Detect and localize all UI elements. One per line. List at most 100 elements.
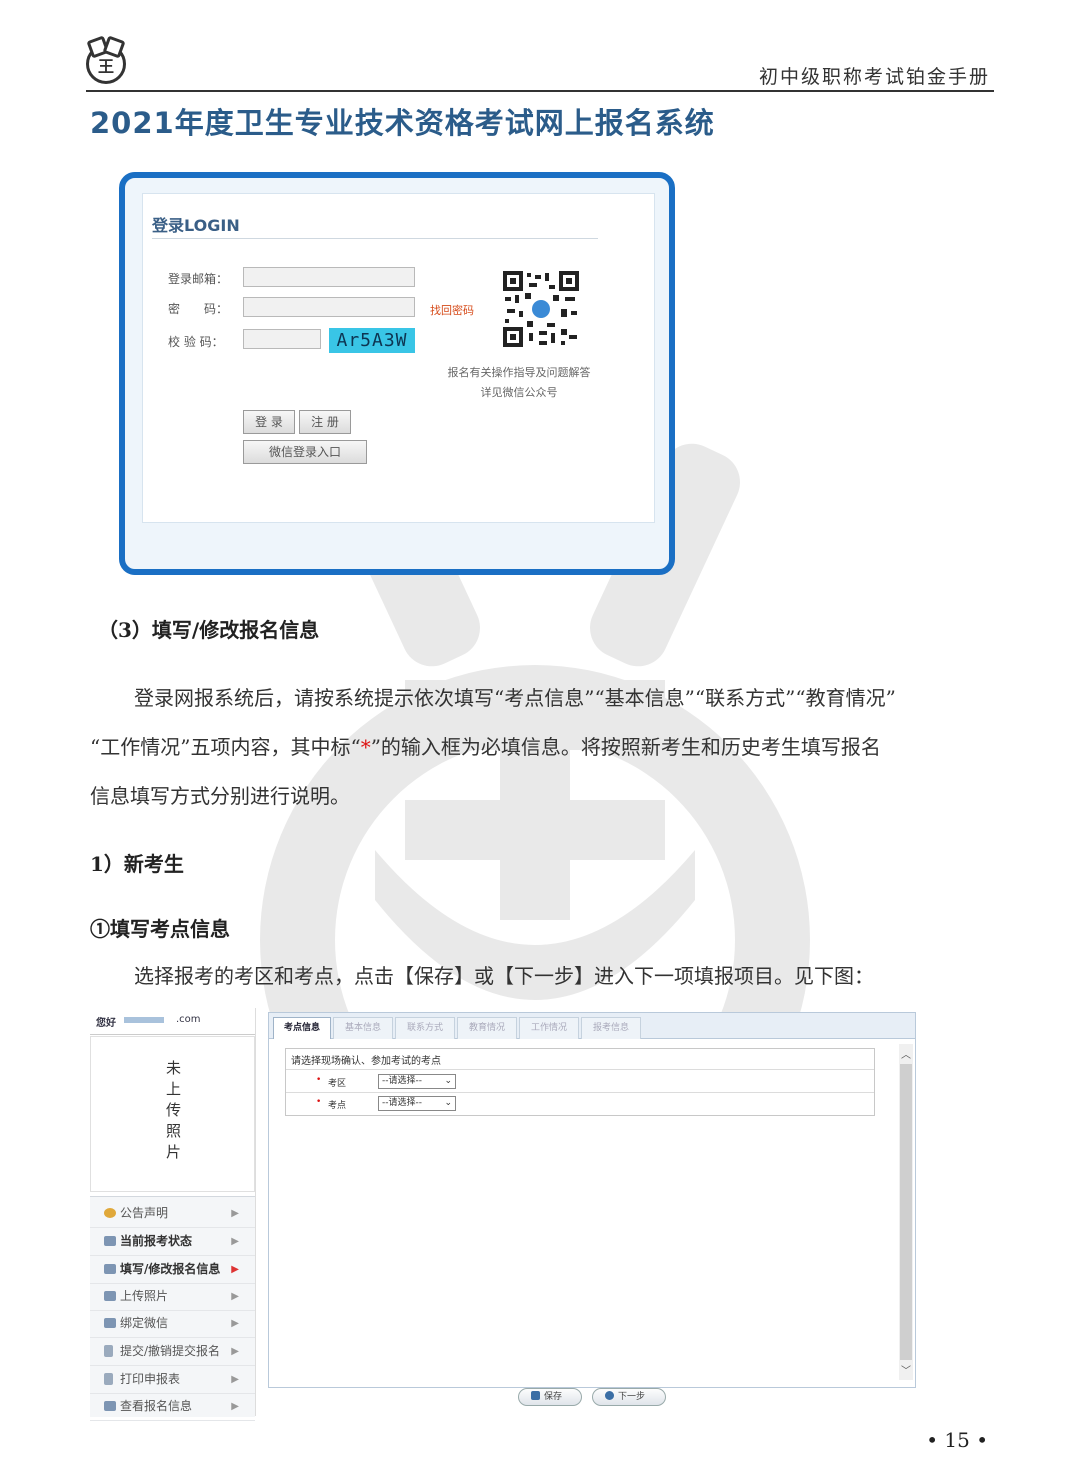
section-heading: （3）填写/修改报名信息 <box>98 618 320 642</box>
email-label: 登录邮箱： <box>168 272 229 286</box>
menu-icon <box>104 1264 116 1274</box>
register-button[interactable]: 注 册 <box>299 410 351 434</box>
captcha-input[interactable] <box>243 329 321 349</box>
user-greeting: 您好 .com <box>90 1008 255 1035</box>
scrollbar-thumb[interactable] <box>900 1064 912 1360</box>
scroll-down-icon[interactable]: ﹀ <box>901 1362 911 1377</box>
menu-item-label: 上传照片 <box>120 1289 169 1303</box>
header-divider <box>86 90 994 92</box>
menu-icon <box>104 1401 116 1411</box>
chevron-right-icon: ▶ <box>231 1318 239 1329</box>
area-select-value: --请选择-- <box>382 1076 422 1086</box>
menu-item-view-info[interactable]: 查看报名信息 ▶ <box>90 1393 255 1421</box>
qr-caption-line1: 报名有关操作指导及问题解答 <box>447 366 591 379</box>
row-divider <box>286 1069 874 1070</box>
chevron-right-icon: ▶ <box>231 1401 239 1412</box>
menu-icon <box>104 1318 116 1328</box>
document-icon <box>104 1373 113 1385</box>
password-label: 密 码： <box>168 302 229 316</box>
menu-item-label: 打印申报表 <box>120 1372 181 1386</box>
sidebar-menu: 公告声明 ▶ 当前报考状态 ▶ 填写/修改报名信息 ▶ 上传照片 ▶ 绑定微信 ▶ 提交/… <box>90 1196 255 1421</box>
menu-item-print[interactable]: 打印申报表 ▶ <box>90 1366 255 1394</box>
menu-item-submit[interactable]: 提交/撤销提交报名 ▶ <box>90 1338 255 1366</box>
email-suffix: .com <box>176 1014 201 1025</box>
row-divider <box>286 1092 874 1093</box>
menu-item-upload-photo[interactable]: 上传照片 ▶ <box>90 1283 255 1311</box>
captcha-label: 校 验 码： <box>168 335 224 349</box>
area-label: 考区 <box>328 1079 347 1089</box>
photo-char: 未 <box>166 1059 182 1077</box>
photo-char: 上 <box>166 1080 182 1098</box>
photo-char: 照 <box>166 1122 182 1140</box>
scroll-up-icon[interactable]: ︿ <box>901 1046 911 1061</box>
password-input[interactable] <box>243 297 415 317</box>
menu-item-status[interactable]: 当前报考状态 ▶ <box>90 1228 255 1256</box>
tab-exam-site[interactable]: 考点信息 <box>273 1017 331 1039</box>
page-number: • 15 • <box>926 1428 988 1452</box>
tab-work[interactable]: 工作情况 <box>519 1017 579 1039</box>
document-icon <box>104 1345 113 1357</box>
next-button-label: 下一步 <box>618 1392 646 1402</box>
paragraph-line3: 信息填写方式分别进行说明。 <box>90 784 350 808</box>
qr-code-icon <box>503 271 579 347</box>
menu-item-label: 提交/撤销提交报名 <box>120 1344 221 1358</box>
qr-caption: 报名有关操作指导及问题解答 详见微信公众号 <box>424 363 614 403</box>
email-input[interactable] <box>243 267 415 287</box>
greeting-text: 您好 <box>96 1018 116 1029</box>
menu-item-label: 公告声明 <box>120 1206 169 1220</box>
paragraph-line2-a: “工作情况”五项内容，其中标“ <box>90 735 361 759</box>
chevron-right-icon: ▶ <box>231 1264 239 1275</box>
site-select[interactable]: --请选择-- ⌄ <box>378 1096 456 1111</box>
menu-item-label: 绑定微信 <box>120 1316 169 1330</box>
required-star: * <box>360 735 371 759</box>
login-button[interactable]: 登 录 <box>243 410 295 434</box>
chevron-down-icon: ⌄ <box>444 1076 452 1086</box>
home-icon <box>104 1208 116 1218</box>
photo-char: 片 <box>166 1143 182 1161</box>
required-mark: • <box>316 1075 322 1085</box>
chevron-right-icon: ▶ <box>231 1208 239 1219</box>
chevron-right-icon: ▶ <box>231 1236 239 1247</box>
form-hint: 请选择现场确认、参加考试的考点 <box>291 1056 441 1067</box>
next-step-button[interactable]: 下一步 <box>592 1388 666 1406</box>
brand-logo-icon: 王 <box>86 44 126 84</box>
chevron-down-icon: ⌄ <box>444 1098 452 1108</box>
menu-icon <box>104 1236 116 1246</box>
paragraph-line1: 登录网报系统后，请按系统提示依次填写“考点信息”“基本信息”“联系方式”“教育情… <box>134 686 896 710</box>
wechat-login-button[interactable]: 微信登录入口 <box>243 440 367 464</box>
paragraph-line2: “工作情况”五项内容，其中标“*”的输入框为必填信息。将按照新考生和历史考生填写… <box>90 723 995 772</box>
tab-contact[interactable]: 联系方式 <box>395 1017 455 1039</box>
area-select[interactable]: --请选择-- ⌄ <box>378 1074 456 1089</box>
save-button-label: 保存 <box>544 1392 563 1402</box>
menu-item-label: 填写/修改报名信息 <box>120 1262 221 1276</box>
step-paragraph: 选择报考的考区和考点，点击【保存】或【下一步】进入下一项填报项目。见下图： <box>134 964 874 988</box>
new-candidate-heading: 1）新考生 <box>90 852 184 876</box>
forgot-password-link[interactable]: 找回密码 <box>430 302 474 318</box>
menu-item-announcement[interactable]: 公告声明 ▶ <box>90 1200 255 1228</box>
step-heading: ①填写考点信息 <box>90 917 230 941</box>
menu-item-label: 查看报名信息 <box>120 1399 193 1413</box>
menu-item-fill-info[interactable]: 填写/修改报名信息 ▶ <box>90 1256 255 1284</box>
site-label: 考点 <box>328 1101 347 1111</box>
chevron-right-icon: ▶ <box>231 1291 239 1302</box>
photo-char: 传 <box>166 1101 182 1119</box>
book-title: 初中级职称考试铂金手册 <box>758 66 990 88</box>
tab-education[interactable]: 教育情况 <box>457 1017 517 1039</box>
tab-basic-info[interactable]: 基本信息 <box>333 1017 393 1039</box>
paragraph-line2-b: ”的输入框为必填信息。将按照新考生和历史考生填写报名 <box>370 735 881 759</box>
menu-icon <box>104 1291 116 1301</box>
captcha-image[interactable]: Ar5A3W <box>329 328 415 353</box>
photo-placeholder-text: 未 上 传 照 片 <box>166 1058 182 1163</box>
save-icon <box>531 1391 540 1400</box>
login-heading: 登录LOGIN <box>152 216 240 235</box>
qr-caption-line2: 详见微信公众号 <box>480 386 558 399</box>
masked-email <box>124 1017 164 1023</box>
chevron-right-icon: ▶ <box>231 1374 239 1385</box>
tab-exam-info[interactable]: 报考信息 <box>581 1017 641 1039</box>
login-divider <box>152 238 598 239</box>
menu-item-bind-wechat[interactable]: 绑定微信 ▶ <box>90 1310 255 1338</box>
login-panel <box>142 193 655 523</box>
next-icon <box>605 1391 614 1400</box>
save-button[interactable]: 保存 <box>518 1388 582 1406</box>
site-select-value: --请选择-- <box>382 1098 422 1108</box>
